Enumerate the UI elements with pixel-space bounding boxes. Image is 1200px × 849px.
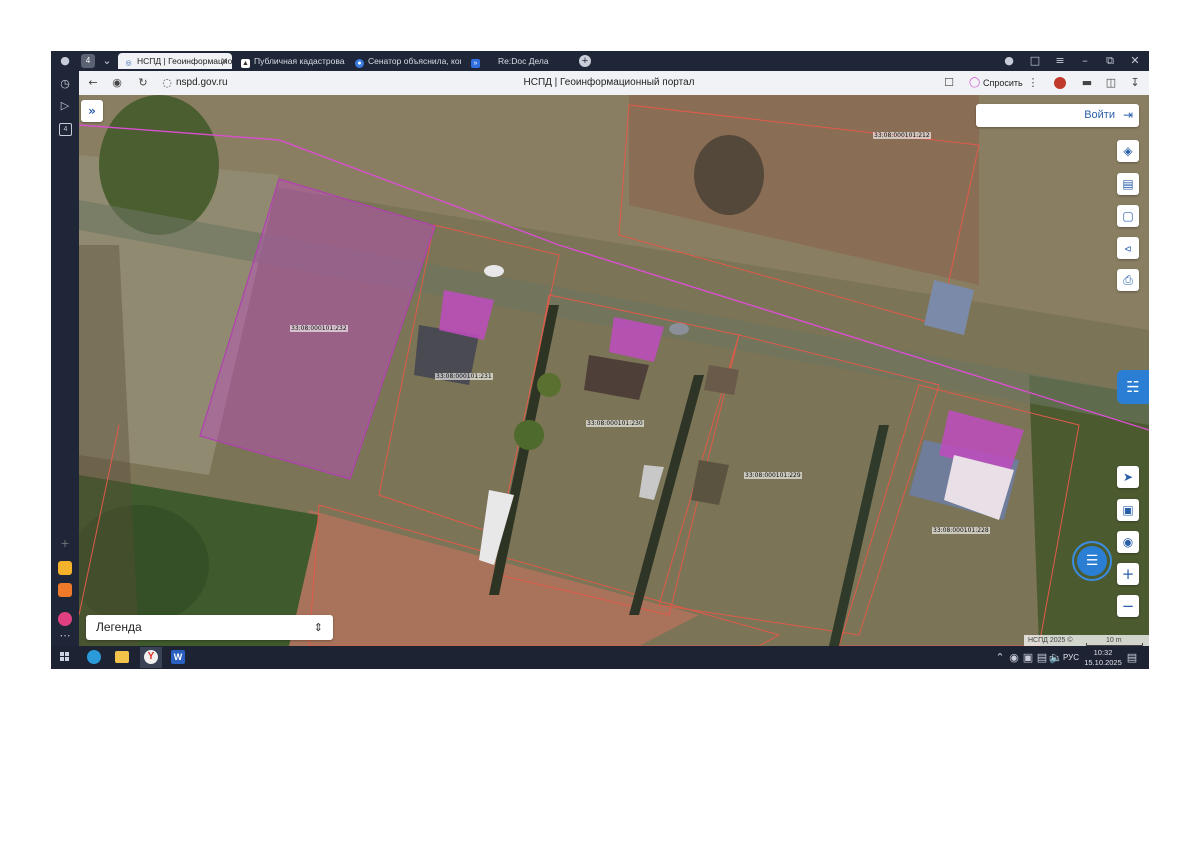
volume-icon[interactable]: 🔈 bbox=[1048, 651, 1064, 665]
tab-label: Re:Doc Дела bbox=[498, 56, 549, 66]
collections-icon[interactable]: □ bbox=[1027, 54, 1043, 68]
word-icon[interactable]: W bbox=[171, 650, 185, 664]
tab-label: Сенатор объяснила, когд bbox=[368, 56, 461, 66]
updown-chevron-icon: ⇕ bbox=[313, 621, 323, 634]
select-area-icon[interactable]: ▢ bbox=[1117, 205, 1139, 227]
mountain-icon: ▲ bbox=[241, 59, 250, 68]
tab-label: Публичная кадастровая к bbox=[254, 56, 345, 66]
globe-icon: ◎ bbox=[125, 60, 132, 67]
tabs-counter-icon[interactable]: 4 bbox=[59, 123, 72, 136]
hat-icon[interactable]: ▬ bbox=[1079, 76, 1095, 90]
redoc-icon: » bbox=[471, 59, 480, 68]
reload-icon[interactable]: ↻ bbox=[135, 76, 151, 90]
bookmark-icon[interactable]: ☐ bbox=[941, 76, 957, 90]
screenshot-frame: ● 4 ⌄ ◎ НСПД | Геоинформацио ✕ ▲ Публичная… bbox=[51, 51, 1149, 669]
windows-start-icon[interactable] bbox=[60, 652, 70, 662]
restore-icon[interactable]: ⧉ bbox=[1102, 54, 1118, 68]
extensions-puzzle-icon[interactable]: ◫ bbox=[1103, 76, 1119, 90]
ask-icon: ◯ bbox=[969, 77, 981, 88]
legend-dropdown[interactable]: Легенда ⇕ bbox=[86, 615, 333, 640]
more-icon[interactable]: ⋯ bbox=[57, 629, 73, 643]
zoom-in-button[interactable]: + bbox=[1117, 563, 1139, 585]
attribution: НСПД 2025 © bbox=[1028, 637, 1073, 644]
kebab-menu-icon[interactable]: ⋮ bbox=[1025, 76, 1041, 90]
zoom-out-button[interactable]: − bbox=[1117, 595, 1139, 617]
parcel-label-230: 33:08:000101:230 bbox=[586, 420, 644, 427]
edge-icon[interactable] bbox=[87, 650, 101, 664]
new-tab-button[interactable]: + bbox=[579, 55, 591, 67]
add-icon[interactable]: + bbox=[57, 537, 73, 551]
clock-date: 15.10.2025 bbox=[1084, 658, 1122, 667]
tab-label: НСПД | Геоинформацио bbox=[137, 56, 232, 66]
app-icon-orange[interactable] bbox=[58, 583, 72, 597]
tab-nspd[interactable]: ◎ НСПД | Геоинформацио ✕ bbox=[118, 53, 232, 69]
chevron-down-icon[interactable]: ⌄ bbox=[99, 54, 115, 68]
minimize-icon[interactable]: – bbox=[1077, 54, 1093, 68]
yandex-browser-icon: Y bbox=[144, 650, 158, 664]
parcel-label-212: 33:08:000101:212 bbox=[873, 132, 931, 139]
tab-senator-news[interactable]: ● Сенатор объяснила, когд bbox=[349, 53, 461, 69]
close-icon[interactable]: ✕ bbox=[220, 53, 228, 69]
close-window-icon[interactable]: ✕ bbox=[1127, 54, 1143, 68]
geolocation-icon[interactable]: ◉ bbox=[1117, 531, 1139, 553]
outbuilding bbox=[704, 365, 739, 395]
account-icon[interactable]: ● bbox=[1001, 54, 1017, 68]
history-icon[interactable]: ◷ bbox=[57, 77, 73, 91]
windows-taskbar: Y W ⌃ ◉ ▣ ▤ ▭ 🔈 РУС 10:32 15.10.2025 ▤ bbox=[51, 646, 1149, 669]
tree-northeast bbox=[694, 135, 764, 215]
legend-label: Легенда bbox=[96, 620, 142, 634]
browser-address-bar: ← ◉ ↻ ◌ nspd.gov.ru НСПД | Геоинформацио… bbox=[79, 71, 1149, 95]
ask-button[interactable]: Спросить bbox=[983, 71, 1023, 95]
clock[interactable]: 10:32 15.10.2025 bbox=[1083, 648, 1123, 668]
download-icon[interactable]: ↧ bbox=[1127, 76, 1143, 90]
protect-icon[interactable]: ◉ bbox=[109, 76, 125, 90]
tab-public-cadastral[interactable]: ▲ Публичная кадастровая к bbox=[235, 53, 345, 69]
parcel-label-231: 33:08:000101:231 bbox=[435, 373, 493, 380]
profile-icon[interactable]: ● bbox=[57, 54, 73, 68]
minimap-icon[interactable]: ▣ bbox=[1117, 499, 1139, 521]
browser-tab-bar: ● 4 ⌄ ◎ НСПД | Геоинформацио ✕ ▲ Публичная… bbox=[51, 51, 1149, 71]
login-icon: ⇥ bbox=[1122, 108, 1133, 122]
back-arrow-icon[interactable]: ← bbox=[85, 76, 101, 90]
lock-icon: ◌ bbox=[162, 76, 172, 89]
tab-redoc[interactable]: » Re:Doc Дела bbox=[465, 53, 575, 69]
ruler-icon[interactable]: ▤ bbox=[1117, 173, 1139, 195]
parcel-label-229: 33:08:000101:229 bbox=[744, 472, 802, 479]
news-icon: ● bbox=[355, 59, 364, 68]
notifications-icon[interactable]: ▤ bbox=[1124, 651, 1140, 665]
page-title: НСПД | Геоинформационный портал bbox=[523, 77, 695, 88]
yandex-browser-taskbar-item[interactable]: Y bbox=[140, 647, 162, 668]
browser-side-rail: ◷ ▷ 4 + ⋯ bbox=[51, 71, 79, 646]
url-field[interactable]: nspd.gov.ru bbox=[176, 71, 228, 95]
app-icon-yellow[interactable] bbox=[58, 561, 72, 575]
login-button[interactable]: Войти ⇥ bbox=[976, 104, 1139, 127]
expand-panel-button[interactable]: » bbox=[81, 100, 103, 122]
tree-garden-2 bbox=[537, 373, 561, 397]
layers-icon[interactable]: ◈ bbox=[1117, 140, 1139, 162]
login-label: Войти bbox=[1084, 109, 1115, 121]
parcel-label-228: 33:08:000101:228 bbox=[932, 527, 990, 534]
chat-icon[interactable]: ☰ bbox=[1077, 546, 1107, 576]
tree-garden bbox=[514, 420, 544, 450]
satellite-map bbox=[79, 95, 1149, 646]
car-2 bbox=[669, 323, 689, 335]
map-footer: НСПД 2025 © 10 m bbox=[1024, 635, 1149, 646]
navigate-icon[interactable]: ➤ bbox=[1117, 466, 1139, 488]
language-indicator[interactable]: РУС bbox=[1063, 646, 1079, 669]
menu-icon[interactable]: ≡ bbox=[1052, 54, 1068, 68]
share-icon[interactable]: ⪦ bbox=[1117, 237, 1139, 259]
map-viewport[interactable]: 33:08:000101:212 33:08:000101:232 33:08:… bbox=[79, 95, 1149, 646]
file-explorer-icon[interactable] bbox=[115, 651, 129, 663]
print-icon[interactable]: ⎙ bbox=[1117, 269, 1139, 291]
tab-count-badge[interactable]: 4 bbox=[81, 54, 95, 68]
car bbox=[484, 265, 504, 277]
app-icon-alice[interactable] bbox=[58, 612, 72, 626]
clock-time: 10:32 bbox=[1093, 648, 1113, 657]
parcel-label-232: 33:08:000101:232 bbox=[290, 325, 348, 332]
extension-icon[interactable] bbox=[1054, 77, 1066, 89]
play-icon[interactable]: ▷ bbox=[57, 99, 73, 113]
assistant-tab-icon[interactable]: ☵ bbox=[1117, 370, 1149, 404]
